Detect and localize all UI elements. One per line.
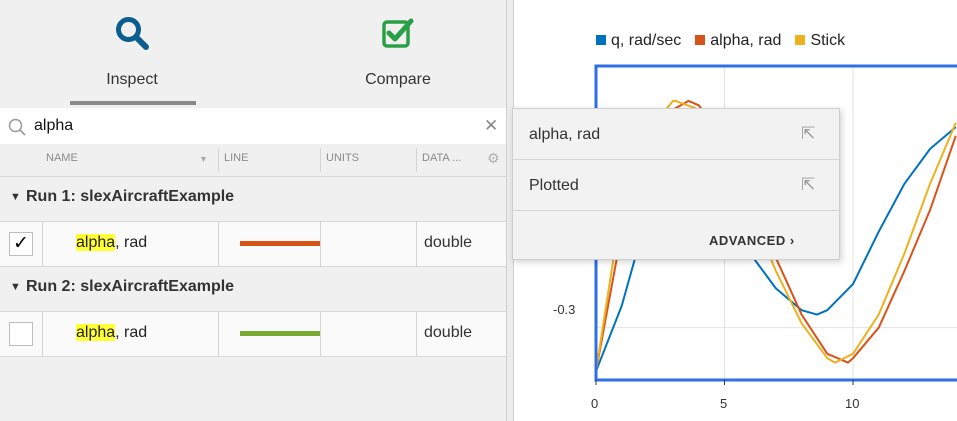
search-input[interactable] bbox=[34, 113, 434, 139]
legend-swatch bbox=[596, 35, 606, 45]
check-square-icon bbox=[318, 16, 478, 55]
signal-data-type: double bbox=[424, 324, 473, 341]
tab-inspect-label: Inspect bbox=[106, 71, 158, 88]
run-group-2[interactable]: ▼ Run 2: slexAircraftExample bbox=[0, 266, 506, 307]
line-style-swatch[interactable] bbox=[240, 331, 320, 336]
signal-checkbox[interactable] bbox=[9, 322, 33, 346]
popup-item-label: alpha, rad bbox=[529, 126, 601, 143]
clear-search-icon[interactable]: ✕ bbox=[484, 116, 498, 136]
signal-data-type: double bbox=[424, 234, 473, 251]
column-settings-gear-icon[interactable]: ⚙ bbox=[487, 150, 500, 167]
signal-row[interactable]: alpha, rad double bbox=[0, 311, 506, 357]
col-header-name[interactable]: NAME bbox=[46, 152, 78, 164]
signal-name-rest: , rad bbox=[115, 234, 148, 251]
run-group-1[interactable]: ▼ Run 1: slexAircraftExample bbox=[0, 176, 506, 217]
chart-legend: q, rad/sec alpha, rad Stick bbox=[596, 32, 859, 50]
signal-checkbox[interactable]: ✓ bbox=[9, 232, 33, 256]
col-header-units[interactable]: UNITS bbox=[326, 152, 359, 164]
sort-caret-icon[interactable]: ▼ bbox=[199, 154, 208, 164]
expand-arrow-icon[interactable]: ⇱ bbox=[801, 124, 815, 144]
collapse-triangle-icon[interactable]: ▼ bbox=[10, 191, 21, 203]
legend-swatch bbox=[795, 35, 806, 45]
search-match-highlight: alpha bbox=[76, 234, 116, 251]
legend-item[interactable]: alpha, rad bbox=[695, 32, 781, 50]
signal-row[interactable]: ✓ alpha, rad double bbox=[0, 221, 506, 267]
magnifier-icon bbox=[52, 16, 212, 55]
signal-properties-popup: alpha, rad ⇱ Plotted ⇱ ADVANCED › bbox=[512, 108, 840, 260]
chevron-right-icon: › bbox=[789, 233, 795, 248]
legend-item[interactable]: Stick bbox=[795, 32, 845, 50]
search-match-highlight: alpha bbox=[76, 324, 116, 341]
checkmark-icon: ✓ bbox=[13, 233, 29, 254]
popup-item-plotted[interactable]: Plotted ⇱ bbox=[513, 160, 839, 211]
popup-item-label: Plotted bbox=[529, 177, 579, 194]
signal-name: alpha, rad bbox=[76, 324, 147, 342]
legend-item[interactable]: q, rad/sec bbox=[596, 32, 681, 50]
column-header: NAME ▼ LINE UNITS DATA ... ⚙ bbox=[0, 144, 506, 176]
popup-item-name[interactable]: alpha, rad ⇱ bbox=[513, 109, 839, 160]
legend-swatch bbox=[695, 35, 706, 45]
inspect-pane: Inspect Compare ✕ NAME ▼ LINE UNITS DATA… bbox=[0, 0, 506, 421]
expand-arrow-icon[interactable]: ⇱ bbox=[801, 175, 815, 195]
search-icon bbox=[8, 118, 26, 141]
y-tick-label: -0.3 bbox=[553, 302, 576, 317]
x-tick-label: 10 bbox=[845, 396, 860, 411]
tab-compare[interactable]: Compare bbox=[318, 16, 478, 89]
advanced-link[interactable]: ADVANCED › bbox=[709, 233, 795, 248]
advanced-label: ADVANCED bbox=[709, 233, 786, 248]
legend-label: q, rad/sec bbox=[611, 32, 682, 49]
legend-label: alpha, rad bbox=[710, 32, 782, 49]
col-header-line[interactable]: LINE bbox=[224, 152, 248, 164]
tab-compare-label: Compare bbox=[365, 71, 431, 88]
x-tick-label: 5 bbox=[720, 396, 728, 411]
collapse-triangle-icon[interactable]: ▼ bbox=[10, 281, 21, 293]
active-tab-indicator bbox=[70, 101, 196, 105]
line-style-swatch[interactable] bbox=[240, 241, 320, 246]
run-title: Run 1: slexAircraftExample bbox=[26, 188, 235, 205]
tab-inspect[interactable]: Inspect bbox=[52, 16, 212, 89]
run-title: Run 2: slexAircraftExample bbox=[26, 278, 235, 295]
col-header-data-type[interactable]: DATA ... bbox=[422, 152, 461, 164]
signal-name-rest: , rad bbox=[115, 324, 148, 341]
x-tick-label: 0 bbox=[591, 396, 599, 411]
signal-name: alpha, rad bbox=[76, 234, 147, 252]
legend-label: Stick bbox=[810, 32, 846, 49]
